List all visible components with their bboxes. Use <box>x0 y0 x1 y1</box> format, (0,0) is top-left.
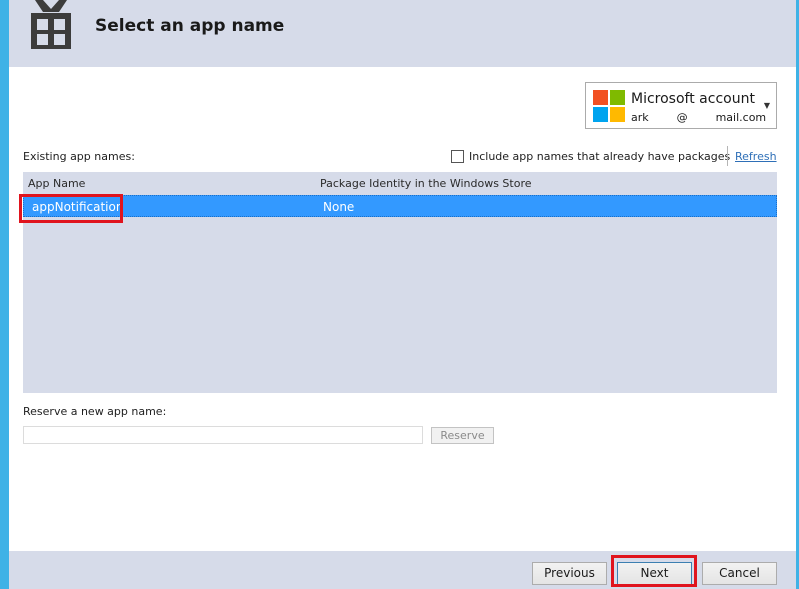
divider <box>727 146 728 166</box>
refresh-link[interactable]: Refresh <box>735 150 777 163</box>
store-bag-icon <box>31 0 71 49</box>
cancel-button[interactable]: Cancel <box>702 562 777 585</box>
column-header-app-name[interactable]: App Name <box>28 177 85 190</box>
app-names-table: App Name Package Identity in the Windows… <box>23 172 777 393</box>
reserve-name-input[interactable] <box>23 426 423 444</box>
annotation-highlight-next <box>611 555 697 587</box>
previous-button[interactable]: Previous <box>532 562 607 585</box>
annotation-highlight-app-name <box>19 194 123 223</box>
account-type-label: Microsoft account <box>631 91 755 107</box>
existing-app-names-label: Existing app names: <box>23 150 135 163</box>
column-header-package-identity[interactable]: Package Identity in the Windows Store <box>320 177 532 190</box>
include-packaged-label[interactable]: Include app names that already have pack… <box>469 150 730 163</box>
account-selector[interactable]: Microsoft account ark @ mail.com ▼ <box>585 82 777 129</box>
table-row[interactable]: appNotification None <box>23 195 777 217</box>
window-frame-left <box>0 0 9 589</box>
package-identity-cell: None <box>323 200 355 214</box>
page-title: Select an app name <box>95 16 285 36</box>
include-packaged-checkbox[interactable] <box>451 150 464 163</box>
reserve-button[interactable]: Reserve <box>431 427 494 444</box>
dialog-header: Select an app name <box>9 0 796 67</box>
chevron-down-icon[interactable]: ▼ <box>764 101 770 110</box>
microsoft-logo-icon <box>593 90 625 122</box>
account-email: ark @ mail.com <box>631 111 767 124</box>
reserve-label: Reserve a new app name: <box>23 405 167 418</box>
